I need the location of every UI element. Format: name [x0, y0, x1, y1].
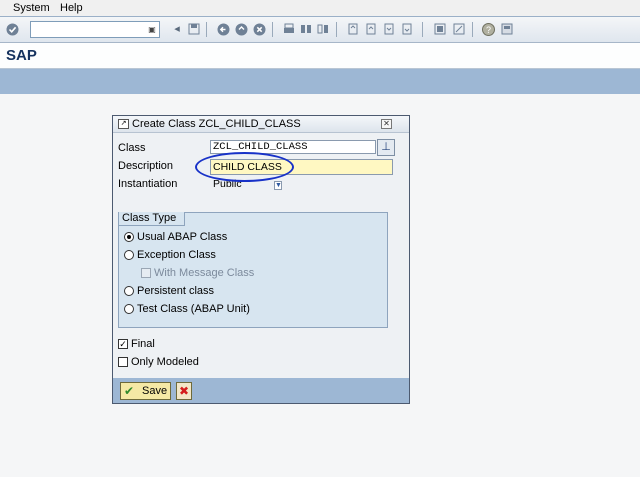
- only-modeled-checkbox-row[interactable]: Only Modeled: [118, 355, 199, 369]
- help-icon[interactable]: ?: [481, 22, 495, 36]
- radio-label: Test Class (ABAP Unit): [137, 303, 250, 315]
- instantiation-label: Instantiation: [118, 178, 178, 190]
- dialog-title: Create Class ZCL_CHILD_CLASS: [132, 118, 301, 130]
- toolbar-separator: [472, 22, 473, 37]
- cancel-button[interactable]: ✖: [176, 382, 192, 400]
- toolbar-separator: [336, 22, 337, 37]
- class-type-title: Class Type: [119, 212, 185, 226]
- checkbox: [141, 268, 151, 278]
- back-icon[interactable]: [216, 22, 230, 36]
- final-checkbox[interactable]: ✓: [118, 339, 128, 349]
- first-page-icon[interactable]: [346, 22, 360, 36]
- radio-button[interactable]: [124, 286, 134, 296]
- command-field[interactable]: ▣: [30, 21, 160, 38]
- create-shortcut-icon[interactable]: [452, 22, 466, 36]
- radio-persistent-class[interactable]: Persistent class: [124, 284, 214, 298]
- radio-button[interactable]: [124, 232, 134, 242]
- radio-label: Exception Class: [137, 249, 216, 261]
- back-arrow-icon[interactable]: ◂: [170, 22, 184, 36]
- previous-page-icon[interactable]: [364, 22, 378, 36]
- pin-icon[interactable]: ⊥: [377, 139, 395, 156]
- menu-help[interactable]: Help: [60, 2, 83, 14]
- dropdown-icon[interactable]: ▼: [274, 181, 282, 190]
- radio-usual-abap-class[interactable]: Usual ABAP Class: [124, 230, 227, 244]
- radio-label: Persistent class: [137, 285, 215, 297]
- enter-icon[interactable]: [5, 22, 19, 36]
- menu-system[interactable]: System: [13, 2, 50, 14]
- checkbox-label: With Message Class: [154, 267, 255, 279]
- radio-button[interactable]: [124, 304, 134, 314]
- only-modeled-checkbox[interactable]: [118, 357, 128, 367]
- window-icon: ↗: [118, 119, 129, 129]
- toolbar-separator: [206, 22, 207, 37]
- last-page-icon[interactable]: [400, 22, 414, 36]
- radio-test-class[interactable]: Test Class (ABAP Unit): [124, 302, 250, 316]
- print-icon[interactable]: [282, 22, 296, 36]
- cancel-icon[interactable]: [252, 22, 266, 36]
- radio-exception-class[interactable]: Exception Class: [124, 248, 216, 262]
- dialog-title-bar: ↗ Create Class ZCL_CHILD_CLASS ✕: [113, 116, 409, 133]
- radio-button[interactable]: [124, 250, 134, 260]
- checkbox-with-message-class: With Message Class: [141, 266, 254, 280]
- new-session-icon[interactable]: [433, 22, 447, 36]
- final-label: Final: [131, 338, 155, 350]
- layout-icon[interactable]: [500, 22, 514, 36]
- find-icon[interactable]: [299, 22, 313, 36]
- application-toolbar: [0, 69, 640, 94]
- find-next-icon[interactable]: [316, 22, 330, 36]
- checkmark-icon: ✔: [124, 384, 135, 398]
- final-checkbox-row[interactable]: ✓ Final: [118, 337, 155, 351]
- dialog-footer: ✔ Save ✖: [113, 378, 409, 403]
- save-button[interactable]: ✔ Save: [120, 382, 171, 400]
- page-title: SAP: [6, 47, 37, 64]
- create-class-dialog: ↗ Create Class ZCL_CHILD_CLASS ✕ Class Z…: [112, 115, 410, 404]
- toolbar-separator: [272, 22, 273, 37]
- description-label: Description: [118, 160, 174, 172]
- save-label: Save: [142, 385, 168, 397]
- command-field-dropdown-icon[interactable]: ▣: [146, 23, 158, 36]
- standard-toolbar: ▣ ◂ ?: [0, 17, 640, 43]
- close-icon[interactable]: ✕: [381, 119, 392, 129]
- class-type-group: Class Type Usual ABAP Class Exception Cl…: [118, 212, 388, 328]
- next-page-icon[interactable]: [382, 22, 396, 36]
- menu-bar: System Help: [0, 0, 640, 17]
- toolbar-separator: [422, 22, 423, 37]
- only-modeled-label: Only Modeled: [131, 356, 199, 368]
- radio-label: Usual ABAP Class: [137, 231, 228, 243]
- title-bar: SAP: [0, 43, 640, 69]
- class-label: Class: [118, 142, 146, 154]
- annotation-circle: [195, 152, 294, 182]
- svg-text:?: ?: [485, 25, 490, 35]
- exit-icon[interactable]: [234, 22, 248, 36]
- save-icon[interactable]: [187, 22, 201, 36]
